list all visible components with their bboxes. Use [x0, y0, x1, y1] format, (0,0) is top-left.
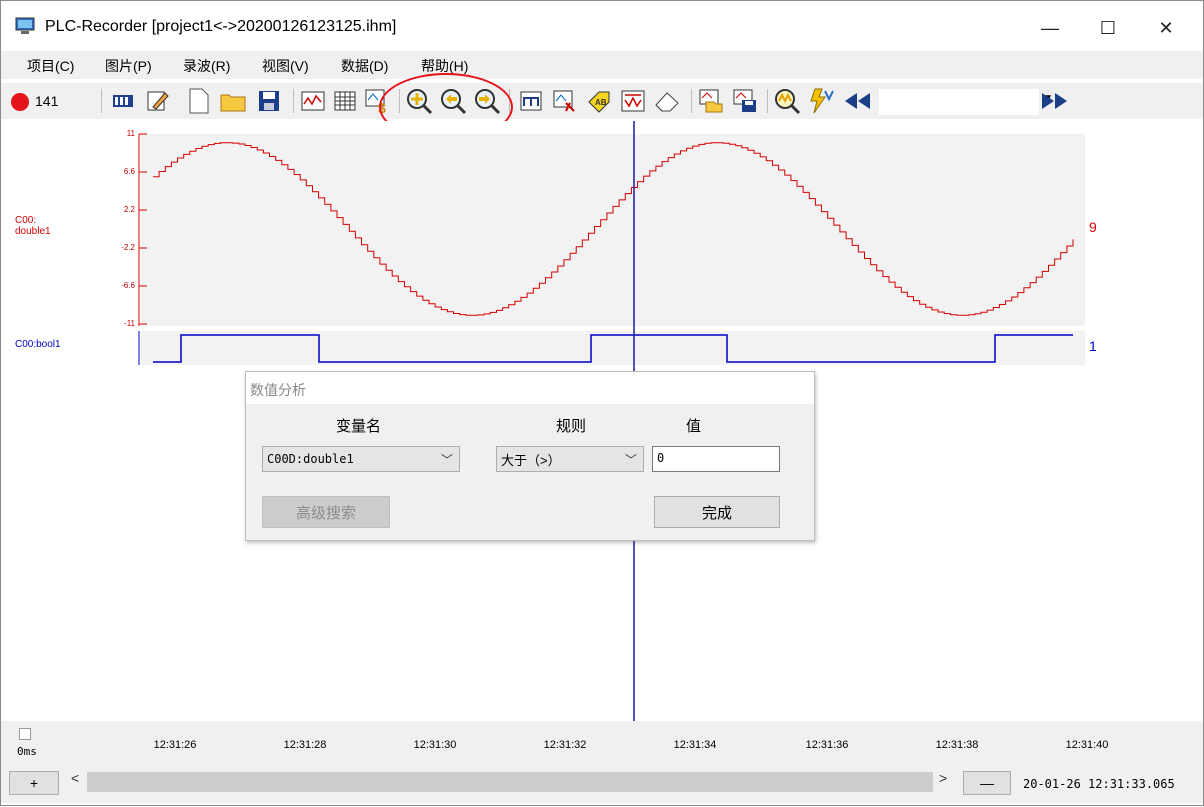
value-input[interactable]: 0 — [652, 446, 780, 472]
zoom-minus-button[interactable]: — — [963, 771, 1011, 795]
status-timestamp: 20-01-26 12:31:33.065 — [1023, 777, 1175, 791]
scroll-left-arrow[interactable]: < — [71, 770, 79, 786]
variable-name-header: 变量名 — [336, 418, 382, 435]
rule-select[interactable]: 大于（>） ﹀ — [496, 446, 644, 472]
variable-select[interactable]: C00D:double1 ﹀ — [262, 446, 460, 472]
offset-label: 0ms — [17, 745, 37, 758]
time-tick-label: 12:31:26 — [153, 739, 197, 751]
done-button[interactable]: 完成 — [654, 496, 780, 528]
value-analysis-dialog: 数值分析 变量名 规则 值 C00D:double1 ﹀ 大于（>） ﹀ 0 高… — [245, 371, 815, 541]
y-tick-label: -11 — [124, 319, 135, 328]
scroll-right-arrow[interactable]: > — [939, 770, 947, 786]
channel-label-double1[interactable]: C00: double1 — [15, 215, 51, 237]
time-tick-label: 12:31:40 — [1065, 739, 1109, 751]
double1-panel — [141, 134, 1085, 326]
time-tick-label: 12:31:38 — [935, 739, 979, 751]
advanced-search-button[interactable]: 高级搜索 — [262, 496, 390, 528]
rule-select-value: 大于（>） — [501, 452, 561, 468]
y-tick-label: 11 — [126, 129, 135, 138]
rule-header: 规则 — [556, 418, 587, 435]
app-window: PLC-Recorder [project1<->20200126123125.… — [0, 0, 1204, 806]
y-tick-label: -2.2 — [121, 243, 135, 252]
chevron-down-icon: ﹀ — [440, 453, 453, 467]
dialog-title-bar[interactable] — [246, 372, 814, 404]
double1-current-value: 9 — [1089, 219, 1097, 235]
variable-select-value: C00D:double1 — [267, 452, 354, 466]
y-tick-label: -6.6 — [121, 281, 135, 290]
bool1-panel — [141, 331, 1085, 365]
chevron-down-icon: ﹀ — [624, 453, 637, 467]
y-tick-label: 2.2 — [123, 205, 135, 214]
time-tick-label: 12:31:30 — [413, 739, 457, 751]
time-tick-label: 12:31:32 — [543, 739, 587, 751]
zoom-plus-button[interactable]: + — [9, 771, 59, 795]
dialog-title: 数值分析 — [250, 382, 306, 398]
time-tick-label: 12:31:28 — [283, 739, 327, 751]
y-tick-label: 6.6 — [123, 167, 135, 176]
offset-checkbox[interactable] — [19, 728, 31, 740]
time-tick-label: 12:31:34 — [673, 739, 717, 751]
channel-label-bool1[interactable]: C00:bool1 — [15, 339, 61, 350]
value-header: 值 — [686, 418, 702, 435]
horizontal-scrollbar-thumb[interactable] — [87, 772, 933, 792]
bool1-current-value: 1 — [1089, 338, 1097, 354]
time-tick-label: 12:31:36 — [805, 739, 849, 751]
